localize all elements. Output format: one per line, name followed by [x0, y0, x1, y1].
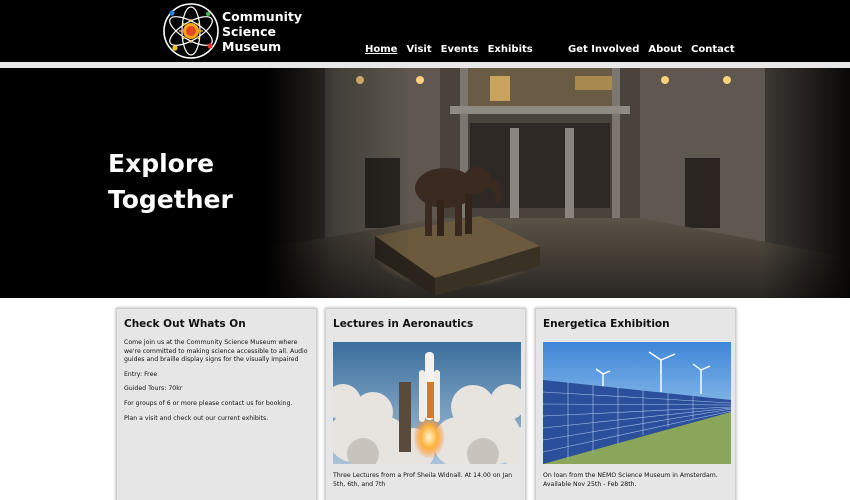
card-aeronautics: Lectures in Aeronautics Three Lectures f…: [325, 308, 526, 500]
card-intro: Come join us at the Community Science Mu…: [124, 339, 308, 364]
hero-title: Explore Together: [108, 146, 233, 218]
tour-price: Guided Tours: 70kr: [124, 385, 183, 393]
plan-visit-note: Plan a visit and check out our current e…: [124, 414, 269, 422]
hero-title-line-1: Explore: [108, 149, 215, 178]
card-title: Check Out Whats On: [124, 318, 246, 330]
entry-price: Entry: Free: [124, 370, 158, 378]
card-caption: Three Lectures from a Prof Sheila Widnal…: [333, 472, 513, 488]
rocket-launch-photo: [333, 342, 521, 464]
site-header: Community Science Museum Home Visit Even…: [0, 0, 850, 62]
card-caption: On loan from the NEMO Science Museum in …: [543, 472, 718, 488]
hero-banner: Explore Together: [0, 68, 850, 298]
brand-line-3: Museum: [222, 39, 282, 54]
nav-visit[interactable]: Visit: [406, 44, 431, 55]
nav-events[interactable]: Events: [441, 44, 479, 55]
nav-about[interactable]: About: [648, 44, 682, 55]
hero-title-line-2: Together: [108, 185, 233, 214]
card-title: Energetica Exhibition: [543, 318, 670, 330]
card-body: Come join us at the Community Science Mu…: [124, 339, 312, 429]
secondary-nav: Get Involved About Contact: [568, 44, 735, 55]
primary-nav: Home Visit Events Exhibits: [365, 44, 533, 55]
solar-farm-photo: [543, 342, 731, 464]
nav-exhibits[interactable]: Exhibits: [488, 44, 533, 55]
card-whats-on: Check Out Whats On Come join us at the C…: [116, 308, 317, 500]
card-energetica: Energetica Exhibition On loan from the N…: [535, 308, 736, 500]
brand-line-1: Community: [222, 9, 303, 24]
card-title: Lectures in Aeronautics: [333, 318, 474, 330]
brand-name[interactable]: Community Science Museum: [222, 9, 302, 54]
featured-cards: Check Out Whats On Come join us at the C…: [0, 298, 850, 500]
nav-home[interactable]: Home: [365, 44, 397, 55]
brand-line-2: Science: [222, 24, 276, 39]
museum-hall-photo: [265, 68, 850, 298]
nav-contact[interactable]: Contact: [691, 44, 735, 55]
atom-logo-icon[interactable]: [162, 2, 220, 60]
group-booking-note: For groups of 6 or more please contact u…: [124, 399, 293, 407]
nav-get-involved[interactable]: Get Involved: [568, 44, 639, 55]
